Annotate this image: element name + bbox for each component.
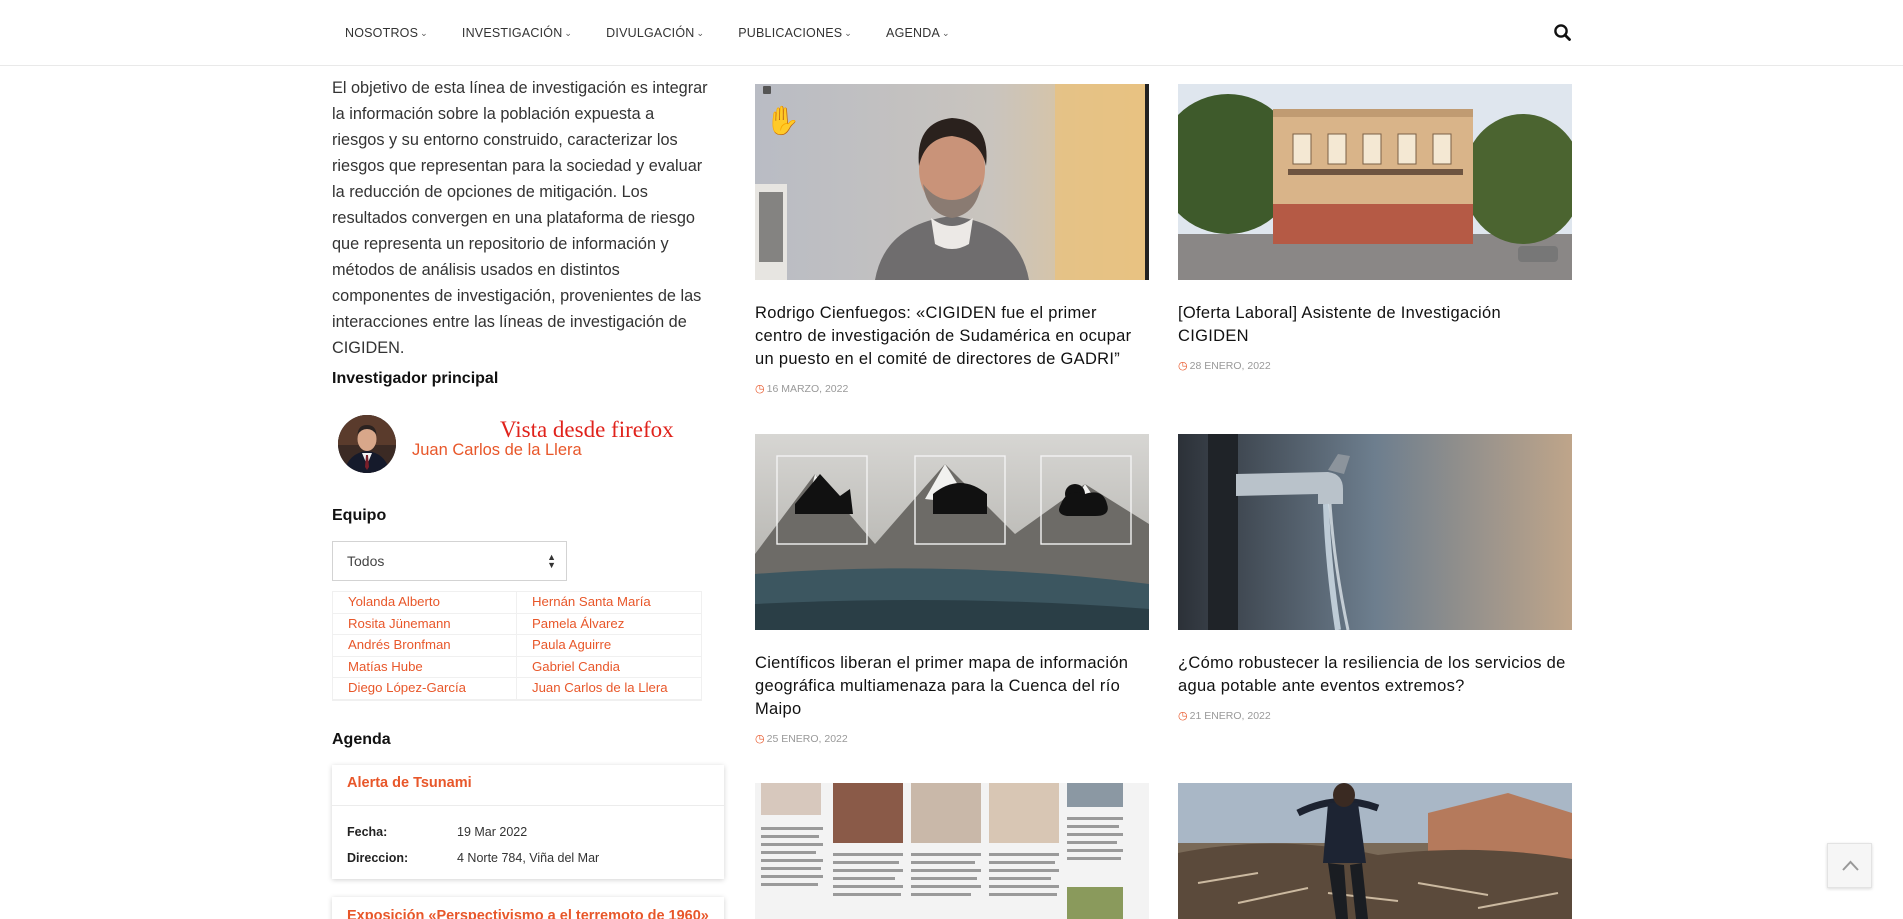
team-member-link[interactable]: Rosita Jünemann	[333, 613, 517, 636]
chevron-down-icon: ⌄	[696, 27, 705, 38]
event-address-label: Direccion:	[347, 851, 409, 865]
nav-label: DIVULGACIÓN	[606, 26, 695, 40]
raised-hand-icon: ✋	[765, 104, 800, 136]
divider	[332, 805, 724, 806]
agenda-heading: Agenda	[332, 731, 391, 748]
news-date: ◷ 28 ENERO, 2022	[1178, 359, 1271, 372]
news-thumbnail[interactable]	[755, 434, 1149, 630]
search-icon	[1554, 24, 1571, 41]
nav-label: AGENDA	[886, 26, 941, 40]
news-thumbnail[interactable]	[1178, 783, 1572, 919]
nav-label: NOSOTROS	[345, 26, 419, 40]
nav-item-nosotros[interactable]: NOSOTROS ⌄	[345, 26, 428, 40]
event-address-value: 4 Norte 784, Viña del Mar	[457, 851, 600, 865]
team-filter-value: Todos	[347, 553, 385, 569]
team-filter-select[interactable]: Todos ▲ ▼	[332, 541, 567, 581]
nav-item-investigacion[interactable]: INVESTIGACIÓN ⌄	[462, 26, 572, 40]
search-button[interactable]	[1552, 22, 1574, 44]
clock-icon: ◷	[755, 733, 765, 745]
news-title-link[interactable]: Rodrigo Cienfuegos: «CIGIDEN fue el prim…	[755, 302, 1149, 371]
team-heading: Equipo	[332, 507, 387, 524]
news-title-link[interactable]: ¿Cómo robustecer la resiliencia de los s…	[1178, 652, 1572, 698]
event-date-label: Fecha:	[347, 825, 388, 839]
chevron-down-icon: ⌄	[564, 27, 573, 38]
nav-item-agenda[interactable]: AGENDA ⌄	[886, 26, 950, 40]
top-navigation: NOSOTROS ⌄ INVESTIGACIÓN ⌄ DIVULGACIÓN ⌄…	[0, 0, 1903, 66]
news-date-text: 25 ENERO, 2022	[766, 733, 848, 745]
nav-label: INVESTIGACIÓN	[461, 26, 563, 40]
team-member-link[interactable]: Gabriel Candia	[517, 657, 701, 679]
event-date-row: Fecha: 19 Mar 2022	[347, 825, 527, 839]
select-arrows-icon: ▲ ▼	[547, 552, 556, 570]
news-thumbnail[interactable]	[1178, 84, 1572, 280]
news-date-text: 21 ENERO, 2022	[1189, 710, 1271, 722]
nav-label: PUBLICACIONES	[738, 26, 843, 40]
news-date-text: 28 ENERO, 2022	[1189, 360, 1271, 372]
event-title-link[interactable]: Exposición «Perspectivismo a el terremot…	[347, 908, 709, 919]
principal-investigator-heading: Investigador principal	[332, 370, 499, 387]
team-member-link[interactable]: Juan Carlos de la Llera	[517, 678, 701, 700]
team-member-link[interactable]: Andrés Bronfman	[333, 635, 517, 657]
event-card: Exposición «Perspectivismo a el terremot…	[332, 897, 724, 919]
browser-note-annotation: Vista desde firefox	[500, 417, 674, 442]
team-member-link[interactable]: Paula Aguirre	[517, 635, 701, 657]
chevron-down-icon: ⌄	[420, 27, 428, 38]
event-address-row: Direccion: 4 Norte 784, Viña del Mar	[347, 851, 599, 865]
chevron-down-icon: ⌄	[942, 27, 950, 38]
chevron-up-icon	[1842, 860, 1859, 871]
news-date-text: 16 MARZO, 2022	[766, 383, 849, 395]
team-member-link[interactable]: Pamela Álvarez	[517, 614, 701, 636]
event-date-value: 19 Mar 2022	[457, 825, 528, 839]
news-thumbnail[interactable]	[755, 783, 1149, 919]
main-menu: NOSOTROS ⌄ INVESTIGACIÓN ⌄ DIVULGACIÓN ⌄…	[345, 0, 984, 66]
clock-icon: ◷	[1178, 360, 1188, 372]
clock-icon: ◷	[755, 383, 765, 395]
clock-icon: ◷	[1178, 710, 1188, 722]
news-thumbnail[interactable]	[1178, 434, 1572, 630]
news-date: ◷ 25 ENERO, 2022	[755, 732, 848, 745]
event-title-link[interactable]: Alerta de Tsunami	[347, 775, 472, 791]
news-title-link[interactable]: [Oferta Laboral] Asistente de Investigac…	[1178, 302, 1572, 348]
news-thumbnail[interactable]: ✋	[755, 84, 1149, 280]
nav-item-divulgacion[interactable]: DIVULGACIÓN ⌄	[606, 26, 704, 40]
event-card: Alerta de Tsunami Fecha: 19 Mar 2022 Dir…	[332, 765, 724, 879]
avatar[interactable]	[338, 415, 396, 473]
news-date: ◷ 16 MARZO, 2022	[755, 382, 848, 395]
chevron-down-icon: ⌄	[844, 27, 853, 38]
team-member-link[interactable]: Yolanda Alberto	[333, 592, 517, 614]
team-member-link[interactable]: Hernán Santa María	[517, 592, 701, 614]
principal-investigator: Juan Carlos de la Llera Vista desde fire…	[338, 415, 718, 485]
news-title-link[interactable]: Científicos liberan el primer mapa de in…	[755, 652, 1149, 721]
nav-item-publicaciones[interactable]: PUBLICACIONES ⌄	[738, 26, 852, 40]
scroll-to-top-button[interactable]	[1827, 843, 1872, 888]
team-member-link[interactable]: Diego López-García	[333, 678, 517, 700]
team-list: Yolanda Alberto Hernán Santa María Rosit…	[332, 591, 702, 701]
principal-investigator-link[interactable]: Juan Carlos de la Llera	[412, 441, 582, 460]
team-member-link[interactable]: Matías Hube	[333, 656, 517, 679]
research-line-description: El objetivo de esta línea de investigaci…	[332, 79, 708, 357]
news-date: ◷ 21 ENERO, 2022	[1178, 709, 1271, 722]
